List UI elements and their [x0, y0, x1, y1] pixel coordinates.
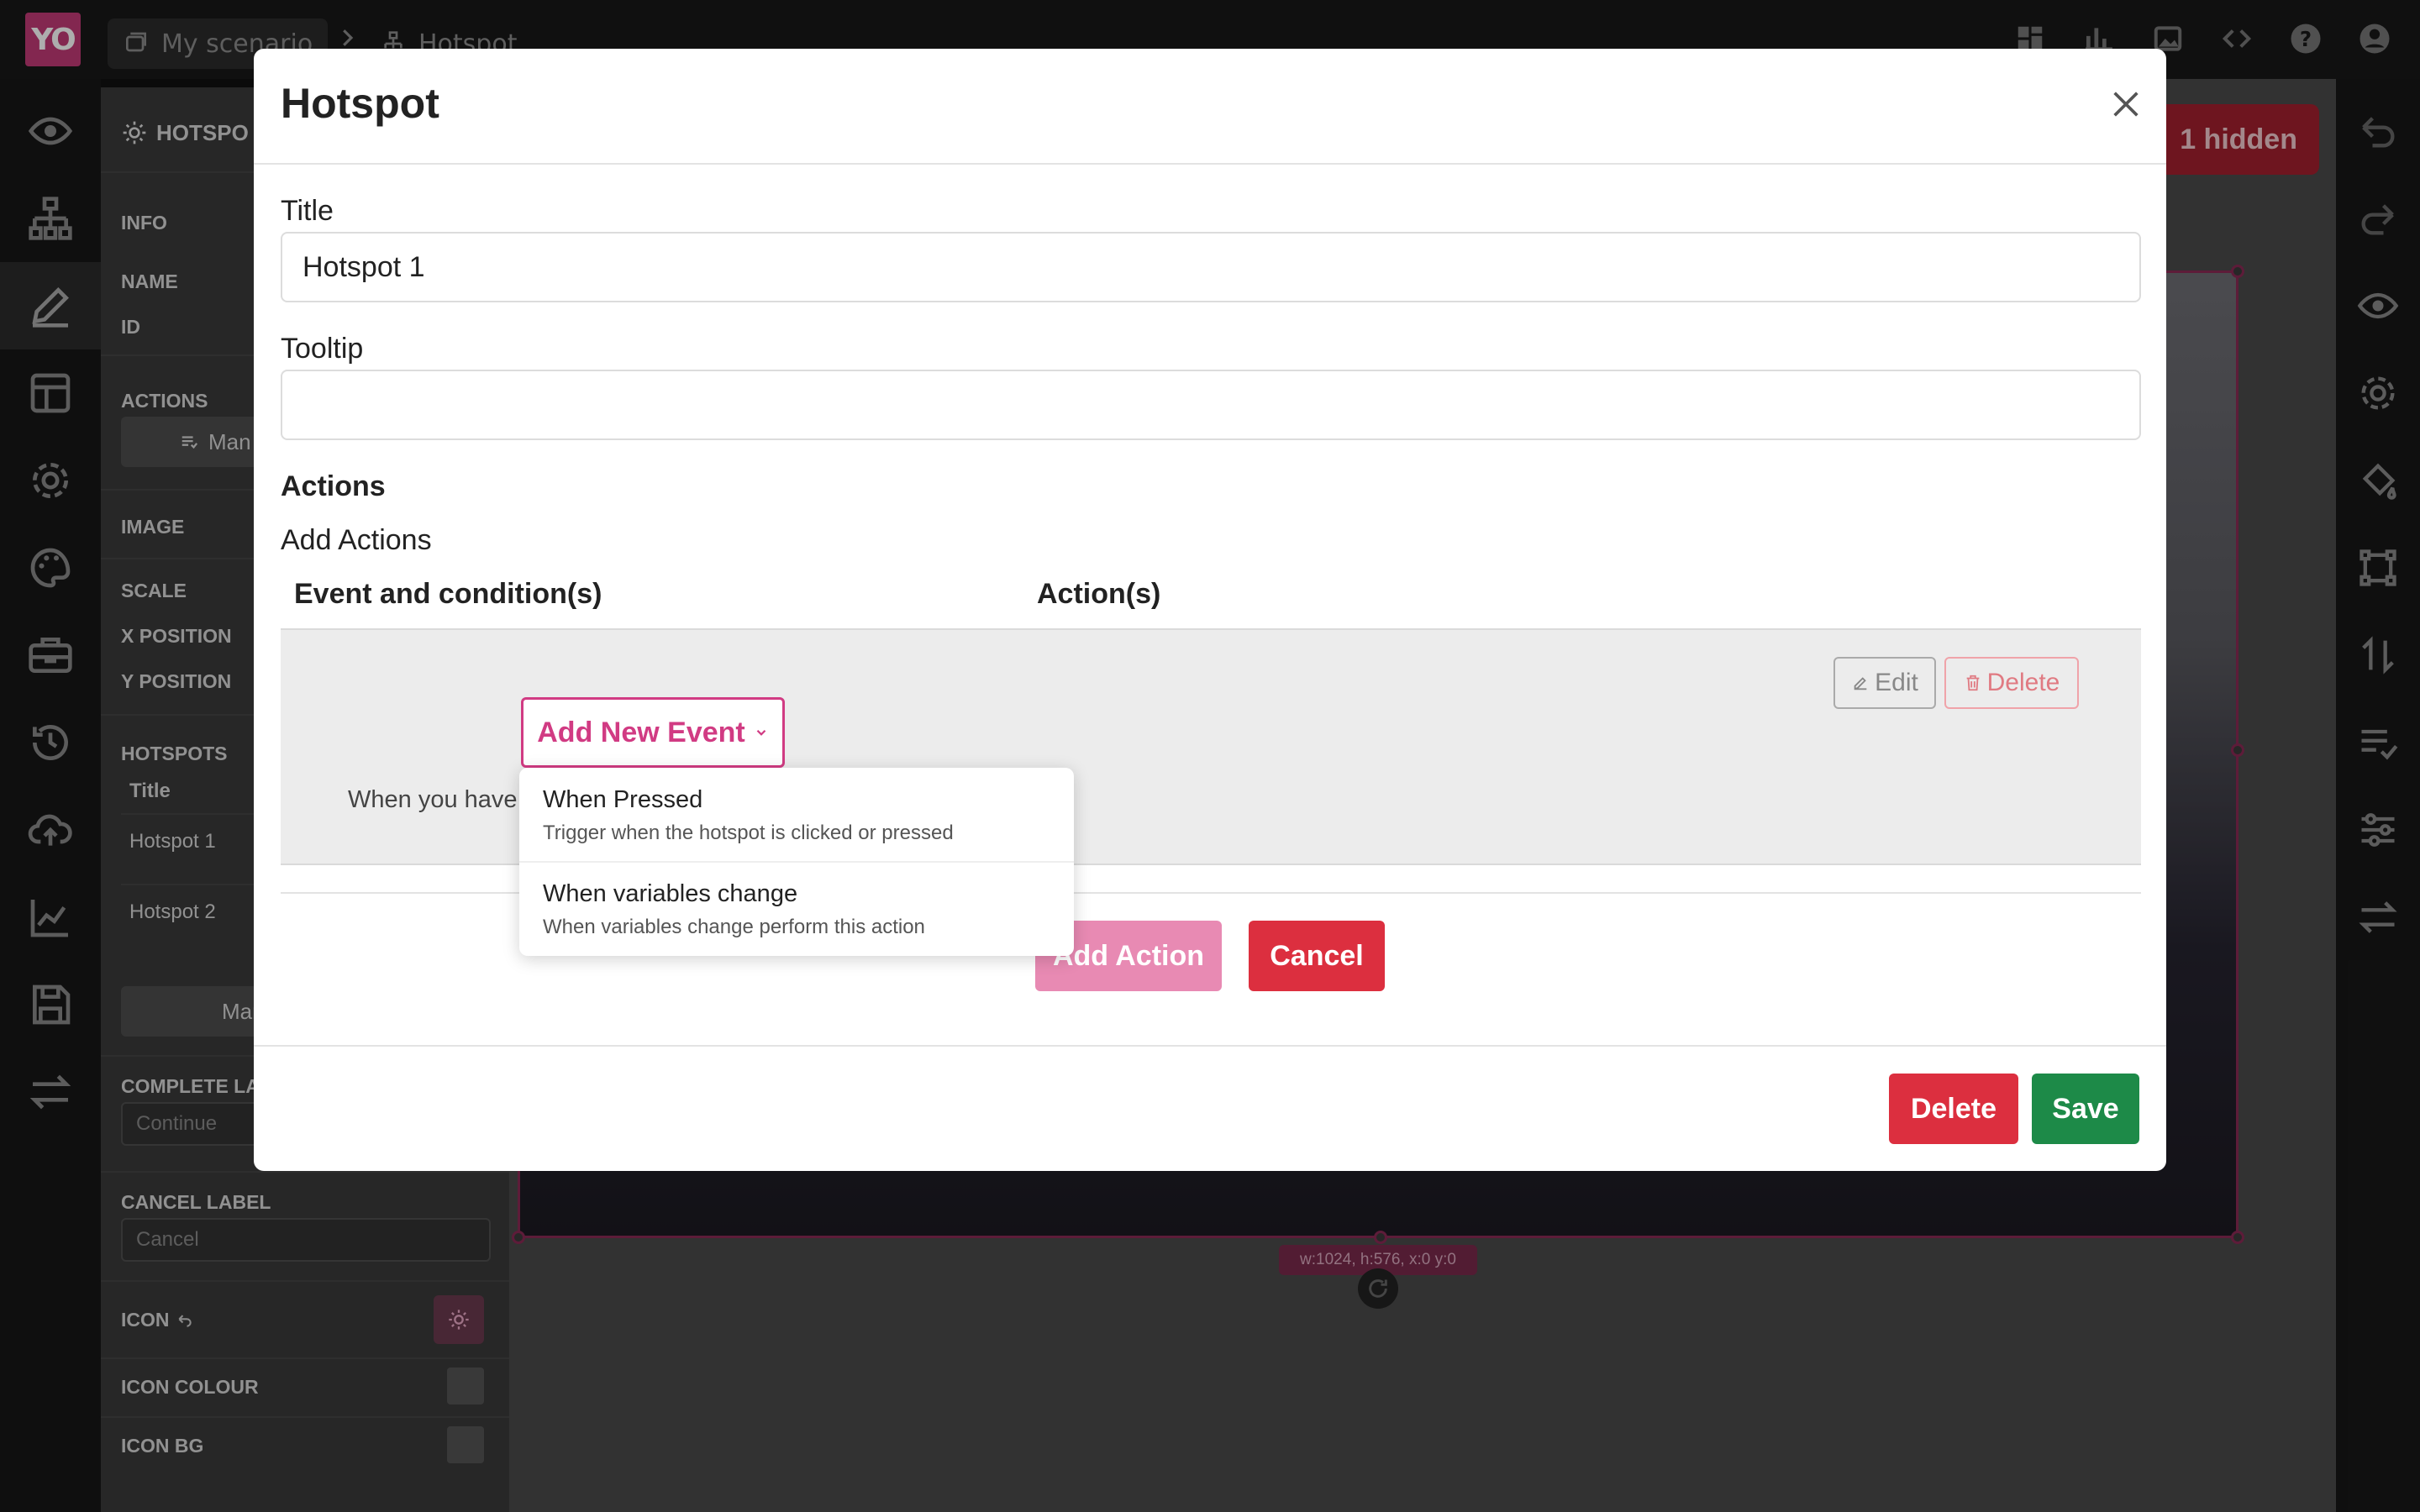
dropdown-item-when-pressed[interactable]: When Pressed Trigger when the hotspot is… [519, 768, 1074, 862]
dropdown-item-description: When variables change perform this actio… [543, 916, 925, 938]
trash-icon [1964, 674, 1982, 692]
title-field-label: Title [281, 195, 334, 227]
delete-row-button[interactable]: Delete [1944, 657, 2079, 709]
modal-title: Hotspot [281, 80, 439, 127]
event-dropdown-menu: When Pressed Trigger when the hotspot is… [519, 768, 1074, 956]
row-text: When you have [348, 786, 518, 813]
edit-button[interactable]: Edit [1833, 657, 1936, 709]
save-button[interactable]: Save [2032, 1074, 2139, 1144]
event-column-header: Event and condition(s) [294, 578, 602, 610]
actions-heading: Actions [281, 470, 386, 502]
hotspot-modal: Hotspot Title Hotspot 1 Tooltip Actions … [254, 49, 2166, 1171]
action-column-header: Action(s) [1037, 578, 1161, 610]
add-new-event-button[interactable]: Add New Event [521, 697, 785, 768]
edit-icon [1851, 674, 1870, 692]
delete-button[interactable]: Delete [1889, 1074, 2018, 1144]
title-input[interactable]: Hotspot 1 [281, 232, 2141, 302]
cancel-button[interactable]: Cancel [1249, 921, 1385, 991]
dropdown-item-when-variables-change[interactable]: When variables change When variables cha… [519, 862, 1074, 956]
tooltip-input[interactable] [281, 370, 2141, 440]
dropdown-item-title: When variables change [543, 880, 798, 907]
close-icon [2109, 87, 2143, 121]
chevron-down-icon [754, 725, 769, 740]
tooltip-field-label: Tooltip [281, 333, 364, 365]
dropdown-item-description: Trigger when the hotspot is clicked or p… [543, 822, 954, 844]
add-actions-label: Add Actions [281, 524, 432, 556]
dropdown-item-title: When Pressed [543, 786, 703, 813]
close-button[interactable] [2106, 84, 2146, 124]
